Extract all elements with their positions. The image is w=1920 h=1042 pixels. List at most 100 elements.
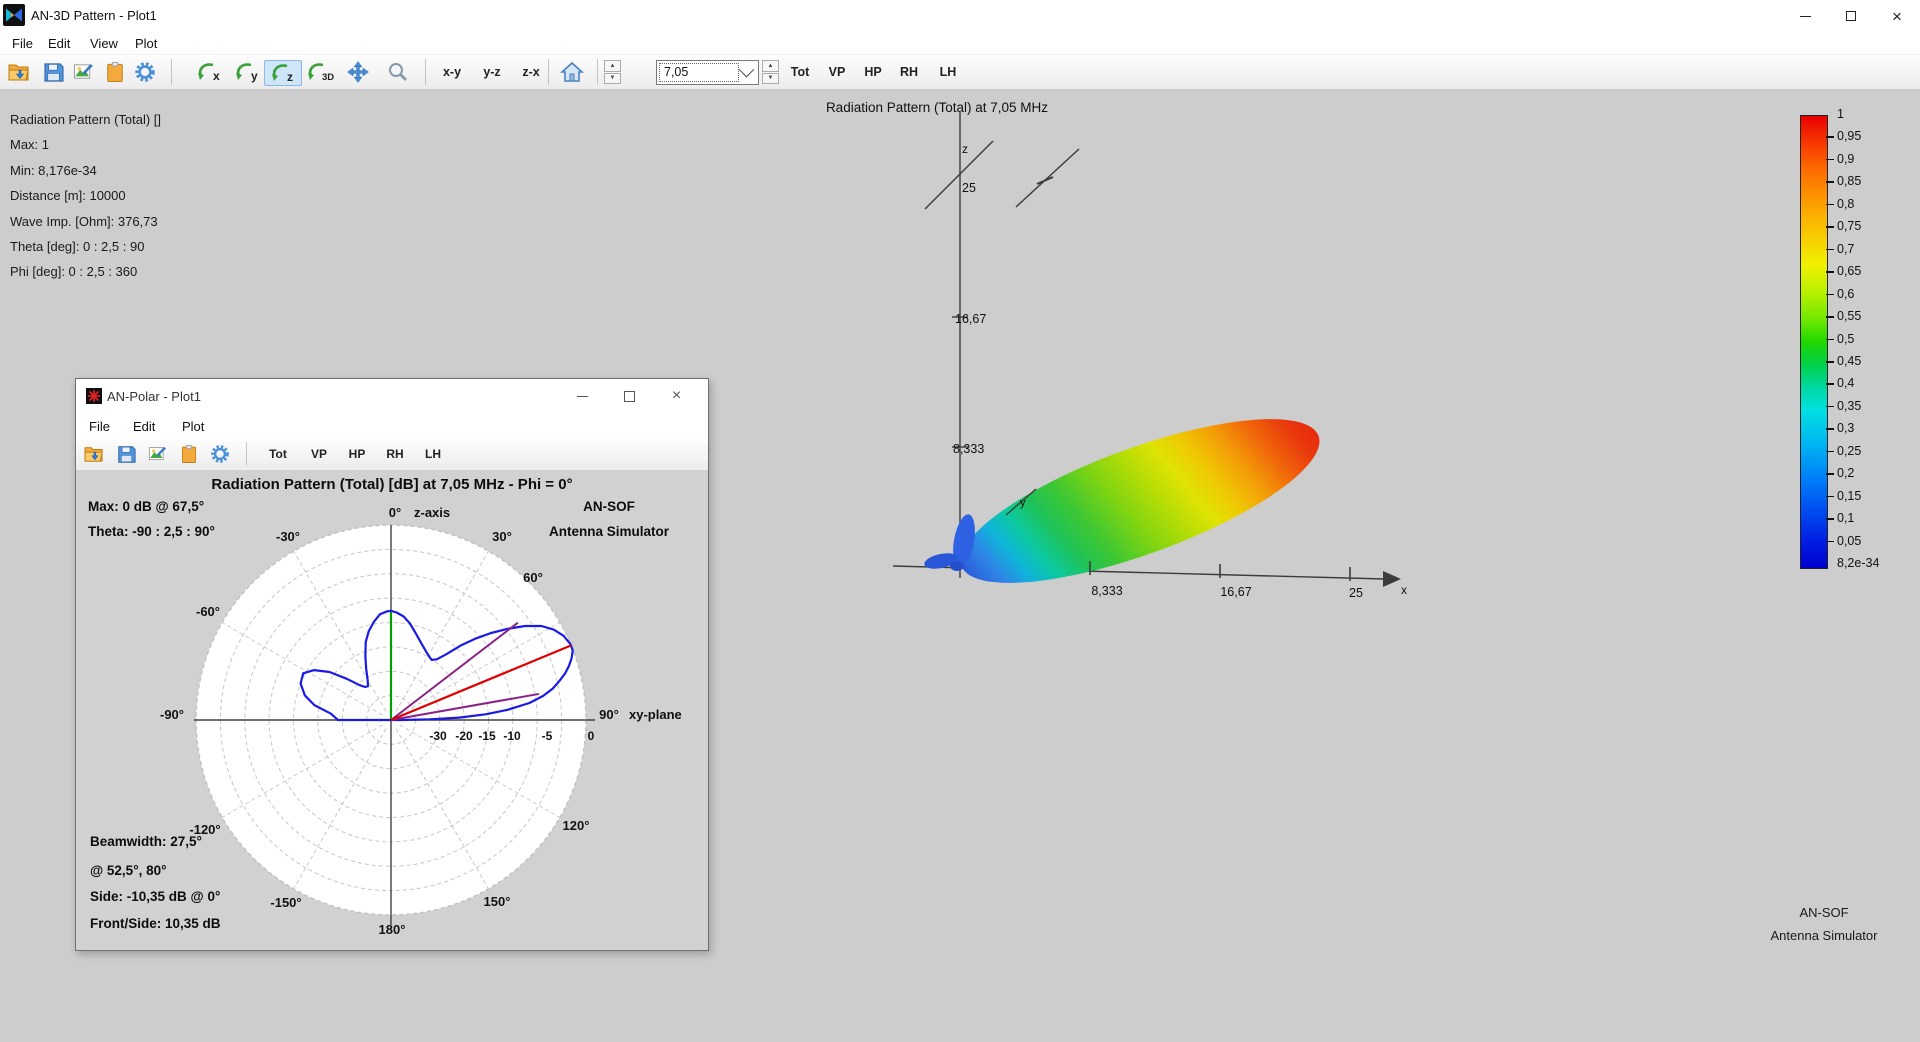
settings-button[interactable] xyxy=(131,60,159,84)
polar-open-button[interactable] xyxy=(82,443,106,465)
export-image-button[interactable] xyxy=(71,60,97,84)
polar-angle-label: 0° xyxy=(389,505,401,520)
save-button[interactable] xyxy=(40,60,66,84)
polar-mode-lh-button[interactable]: LH xyxy=(420,443,446,465)
main-toolbar: x y z 3D xyxy=(0,54,1920,90)
mode-lh-button[interactable]: LH xyxy=(936,60,960,84)
mode-tot-button[interactable]: Tot xyxy=(786,60,814,84)
step-down-icon[interactable]: ▼ xyxy=(604,73,621,85)
main-menubar: File Edit View Plot xyxy=(0,32,1920,54)
move-icon xyxy=(347,61,369,83)
colorbar-tick xyxy=(1826,226,1834,228)
x-axis-ticks xyxy=(1006,489,1350,581)
restore-button[interactable] xyxy=(1828,0,1874,32)
polar-angle-label: xy-plane xyxy=(629,707,682,722)
polar-plot[interactable]: 0°z-axis30°-30°60°-60°90°xy-plane-90°120… xyxy=(76,470,708,950)
step-up-icon[interactable]: ▲ xyxy=(604,60,621,72)
polar-angle-label: -150° xyxy=(270,895,301,910)
colorbar-gradient xyxy=(1800,115,1828,569)
colorbar-label: 8,2e-34 xyxy=(1837,556,1879,570)
beamwidth-label-2: @ 52,5°, 80° xyxy=(90,863,167,878)
frequency-stepper[interactable]: ▲ ▼ xyxy=(762,60,779,84)
zoom-button[interactable] xyxy=(384,60,412,84)
menu-file[interactable]: File xyxy=(8,35,37,52)
copy-button[interactable] xyxy=(102,60,128,84)
colorbar-tick xyxy=(1826,271,1834,273)
zoom-stepper[interactable]: ▲ ▼ xyxy=(604,60,621,84)
colorbar-tick xyxy=(1826,136,1834,138)
colorbar-tick xyxy=(1826,383,1834,385)
polar-max-label: Max: 0 dB @ 67,5° xyxy=(88,499,204,514)
polar-mode-hp-button[interactable]: HP xyxy=(344,443,370,465)
polar-angle-label: 30° xyxy=(492,529,512,544)
home-view-button[interactable] xyxy=(557,60,587,84)
minimize-button[interactable] xyxy=(1782,0,1828,32)
brand-line2: Antenna Simulator xyxy=(1738,924,1910,947)
polar-mode-tot-button[interactable]: Tot xyxy=(262,443,294,465)
home-icon xyxy=(560,61,584,83)
pan-button[interactable] xyxy=(345,60,371,84)
polar-menu-file[interactable]: File xyxy=(89,419,110,434)
colorbar-label: 0,7 xyxy=(1837,242,1854,256)
polar-menu-plot[interactable]: Plot xyxy=(182,419,204,434)
menu-view[interactable]: View xyxy=(86,35,122,52)
polar-export-image-button[interactable] xyxy=(146,443,170,465)
polar-settings-button[interactable] xyxy=(207,443,233,465)
polar-close-button[interactable]: × xyxy=(653,383,700,409)
info-line: Radiation Pattern (Total) [] xyxy=(10,112,161,137)
colorbar-label: 0,15 xyxy=(1837,489,1861,503)
mode-rh-button[interactable]: RH xyxy=(897,60,921,84)
colorbar-tick xyxy=(1826,428,1834,430)
view-yz-button[interactable]: y-z xyxy=(477,60,507,84)
polar-copy-button[interactable] xyxy=(177,443,201,465)
open-button[interactable] xyxy=(6,60,32,84)
polar-menu-edit[interactable]: Edit xyxy=(133,419,155,434)
frequency-combobox[interactable]: 7,05 xyxy=(656,60,759,85)
step-up-icon[interactable]: ▲ xyxy=(762,60,779,72)
rotate-z-icon: z xyxy=(268,62,298,84)
svg-text:3D: 3D xyxy=(322,72,334,83)
polar-angle-label: -30° xyxy=(276,529,300,544)
rotate-3d-button[interactable]: 3D xyxy=(303,60,339,84)
x-axis-arrow xyxy=(1383,571,1401,587)
rotate-y-button[interactable]: y xyxy=(231,60,263,84)
polar-save-button[interactable] xyxy=(114,443,138,465)
main-titlebar[interactable]: AN-3D Pattern - Plot1 × xyxy=(0,0,1920,33)
info-line: Phi [deg]: 0 : 2,5 : 360 xyxy=(10,264,161,289)
polar-radial-label: 0 xyxy=(588,729,595,743)
polar-angle-label: -90° xyxy=(160,707,184,722)
chevron-down-icon[interactable] xyxy=(739,62,755,78)
menu-edit[interactable]: Edit xyxy=(44,35,74,52)
mode-hp-button[interactable]: HP xyxy=(861,60,885,84)
svg-text:25: 25 xyxy=(1349,586,1363,600)
rotate-z-button[interactable]: z xyxy=(264,60,302,86)
colorbar-label: 0,35 xyxy=(1837,399,1861,413)
colorbar-label: 0,45 xyxy=(1837,354,1861,368)
toolbar-separator xyxy=(171,59,172,85)
rotate-x-button[interactable]: x xyxy=(192,60,226,84)
close-button[interactable]: × xyxy=(1874,0,1920,32)
colorbar-label: 0,3 xyxy=(1837,421,1854,435)
polar-mode-vp-button[interactable]: VP xyxy=(306,443,332,465)
polar-titlebar[interactable]: AN-Polar - Plot1 × xyxy=(76,379,708,415)
colorbar-tick xyxy=(1826,316,1834,318)
colorbar-tick xyxy=(1826,204,1834,206)
colorbar-label: 0,25 xyxy=(1837,444,1861,458)
mode-vp-button[interactable]: VP xyxy=(825,60,849,84)
view-xy-button[interactable]: x-y xyxy=(437,60,467,84)
step-down-icon[interactable]: ▼ xyxy=(762,73,779,85)
an-polar-window[interactable]: AN-Polar - Plot1 × File Edit Plot xyxy=(75,378,709,951)
polar-mode-rh-button[interactable]: RH xyxy=(382,443,408,465)
y-axis-line xyxy=(1006,489,1036,515)
brand-footer: AN-SOF Antenna Simulator xyxy=(1738,901,1910,947)
radiation-lobe-3d xyxy=(923,386,1337,616)
colorbar-tick xyxy=(1826,406,1834,408)
colorbar-label: 0,85 xyxy=(1837,174,1861,188)
frequency-value[interactable]: 7,05 xyxy=(659,63,739,82)
polar-minimize-button[interactable] xyxy=(559,383,606,409)
app-icon xyxy=(3,4,25,26)
polar-maximize-button[interactable] xyxy=(606,383,653,409)
view-zx-button[interactable]: z-x xyxy=(516,60,546,84)
menu-plot[interactable]: Plot xyxy=(131,35,161,52)
magnifier-icon xyxy=(387,61,409,83)
